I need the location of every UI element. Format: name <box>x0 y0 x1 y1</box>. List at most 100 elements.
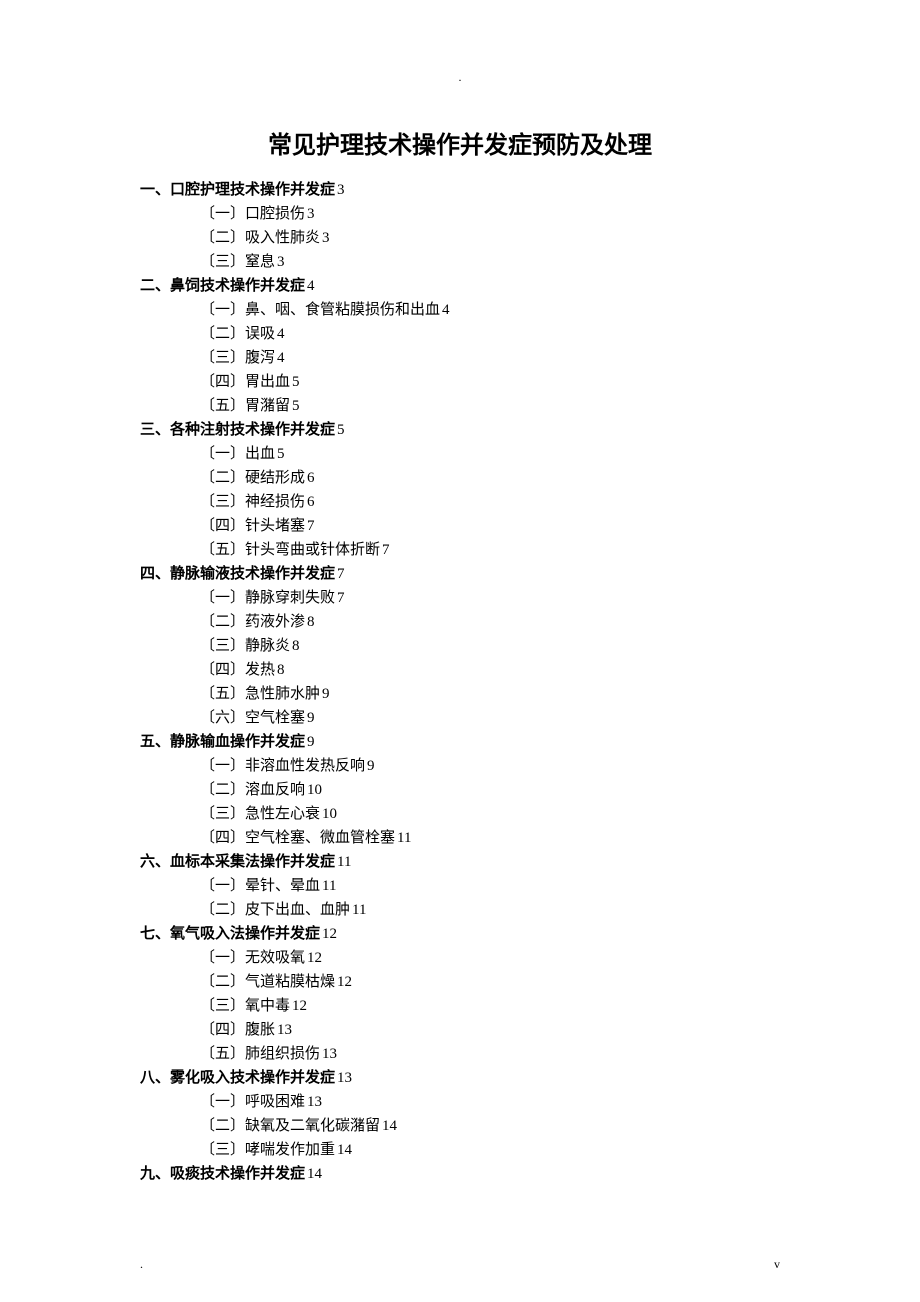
toc-sub-item-label: 〔四〕空气栓塞、微血管栓塞 <box>200 830 395 846</box>
toc-section-heading: 九、吸痰技术操作并发症14 <box>140 1162 780 1186</box>
toc-sub-item-page: 14 <box>337 1142 352 1158</box>
toc-sub-item: 〔四〕腹胀13 <box>200 1018 780 1042</box>
toc-sub-item-page: 13 <box>307 1094 322 1110</box>
toc-sub-item-page: 5 <box>292 398 300 414</box>
toc-sub-item-page: 12 <box>292 998 307 1014</box>
toc-sub-item-label: 〔二〕气道粘膜枯燥 <box>200 974 335 990</box>
toc-sub-item: 〔三〕急性左心衰10 <box>200 802 780 826</box>
toc-sub-item-label: 〔四〕腹胀 <box>200 1022 275 1038</box>
toc-sub-item-page: 7 <box>307 518 315 534</box>
toc-sub-item: 〔五〕胃潴留5 <box>200 394 780 418</box>
toc-sub-item-page: 6 <box>307 470 315 486</box>
toc-sub-item-page: 4 <box>277 350 285 366</box>
toc-sub-item-label: 〔二〕皮下出血、血肿 <box>200 902 350 918</box>
toc-section-title: 五、静脉输血操作并发症 <box>140 733 305 750</box>
toc-sub-item-page: 14 <box>382 1118 397 1134</box>
toc-sub-item-page: 8 <box>277 662 285 678</box>
toc-section-page: 13 <box>337 1070 352 1086</box>
toc-sub-item-label: 〔二〕吸入性肺炎 <box>200 230 320 246</box>
toc-sub-item-page: 12 <box>307 950 322 966</box>
toc-sub-item: 〔五〕肺组织损伤13 <box>200 1042 780 1066</box>
toc-sub-item: 〔四〕胃出血5 <box>200 370 780 394</box>
toc-section-heading: 八、雾化吸入技术操作并发症13 <box>140 1066 780 1090</box>
toc-section-page: 5 <box>337 422 345 438</box>
toc-sub-item-label: 〔五〕肺组织损伤 <box>200 1046 320 1062</box>
toc-sub-item-page: 5 <box>277 446 285 462</box>
toc-sub-item: 〔三〕窒息3 <box>200 250 780 274</box>
toc-section-title: 三、各种注射技术操作并发症 <box>140 421 335 438</box>
toc-sub-item: 〔三〕腹泻4 <box>200 346 780 370</box>
toc-sub-item: 〔二〕溶血反响10 <box>200 778 780 802</box>
toc-sub-item: 〔四〕针头堵塞7 <box>200 514 780 538</box>
toc-sub-item: 〔一〕鼻、咽、食管粘膜损伤和出血4 <box>200 298 780 322</box>
toc-sub-item: 〔三〕静脉炎8 <box>200 634 780 658</box>
toc-sub-item: 〔一〕晕针、晕血11 <box>200 874 780 898</box>
toc-sub-item-label: 〔一〕晕针、晕血 <box>200 878 320 894</box>
toc-sub-item-label: 〔二〕误吸 <box>200 326 275 342</box>
toc-sub-item-label: 〔三〕神经损伤 <box>200 494 305 510</box>
toc-sub-item-label: 〔三〕腹泻 <box>200 350 275 366</box>
footer-right-marker: v <box>774 1257 780 1272</box>
toc-sub-item-label: 〔一〕无效吸氧 <box>200 950 305 966</box>
toc-section-heading: 三、各种注射技术操作并发症5 <box>140 418 780 442</box>
toc-section-page: 9 <box>307 734 315 750</box>
toc-sub-item-page: 3 <box>307 206 315 222</box>
toc-sub-item-page: 7 <box>337 590 345 606</box>
toc-sub-item-label: 〔三〕窒息 <box>200 254 275 270</box>
toc-sub-item-label: 〔一〕静脉穿刺失败 <box>200 590 335 606</box>
toc-sub-item-label: 〔二〕药液外渗 <box>200 614 305 630</box>
toc-sub-item-page: 8 <box>292 638 300 654</box>
toc-sub-item-page: 4 <box>277 326 285 342</box>
toc-sub-item: 〔六〕空气栓塞9 <box>200 706 780 730</box>
toc-sub-item-label: 〔一〕鼻、咽、食管粘膜损伤和出血 <box>200 302 440 318</box>
page-title: 常见护理技术操作并发症预防及处理 <box>140 125 780 160</box>
toc-sub-item: 〔四〕发热8 <box>200 658 780 682</box>
toc-sub-item: 〔二〕气道粘膜枯燥12 <box>200 970 780 994</box>
toc-section-heading: 六、血标本采集法操作并发症11 <box>140 850 780 874</box>
toc-sub-item-label: 〔五〕针头弯曲或针体折断 <box>200 542 380 558</box>
toc-section-heading: 一、口腔护理技术操作并发症3 <box>140 178 780 202</box>
toc-sub-item-page: 7 <box>382 542 390 558</box>
toc-sub-item: 〔三〕神经损伤6 <box>200 490 780 514</box>
toc-sub-item-page: 12 <box>337 974 352 990</box>
toc-sub-item-label: 〔四〕胃出血 <box>200 374 290 390</box>
toc-section-page: 14 <box>307 1166 322 1182</box>
toc-sub-item-page: 3 <box>277 254 285 270</box>
toc-sub-item: 〔二〕吸入性肺炎3 <box>200 226 780 250</box>
toc-sub-item: 〔三〕氧中毒12 <box>200 994 780 1018</box>
toc-sub-item-label: 〔三〕氧中毒 <box>200 998 290 1014</box>
toc-sub-item-label: 〔二〕缺氧及二氧化碳潴留 <box>200 1118 380 1134</box>
toc-section-heading: 四、静脉输液技术操作并发症7 <box>140 562 780 586</box>
toc-section-title: 七、氧气吸入法操作并发症 <box>140 925 320 942</box>
toc-sub-item: 〔二〕硬结形成6 <box>200 466 780 490</box>
toc-sub-item: 〔一〕呼吸困难13 <box>200 1090 780 1114</box>
toc-sub-item-page: 10 <box>322 806 337 822</box>
toc-sub-item-page: 9 <box>367 758 375 774</box>
toc-sub-item-label: 〔二〕硬结形成 <box>200 470 305 486</box>
toc-sub-item: 〔四〕空气栓塞、微血管栓塞11 <box>200 826 780 850</box>
toc-section-title: 六、血标本采集法操作并发症 <box>140 853 335 870</box>
toc-sub-item-page: 9 <box>307 710 315 726</box>
toc-sub-item: 〔一〕无效吸氧12 <box>200 946 780 970</box>
toc-section-page: 11 <box>337 854 351 870</box>
toc-sub-item: 〔二〕误吸4 <box>200 322 780 346</box>
toc-sub-item-page: 13 <box>322 1046 337 1062</box>
toc-section-title: 八、雾化吸入技术操作并发症 <box>140 1069 335 1086</box>
toc-sub-item-label: 〔三〕急性左心衰 <box>200 806 320 822</box>
toc-sub-item-page: 9 <box>322 686 330 702</box>
toc-sub-item-label: 〔二〕溶血反响 <box>200 782 305 798</box>
toc-sub-item: 〔五〕急性肺水肿9 <box>200 682 780 706</box>
toc-sub-item-page: 4 <box>442 302 450 318</box>
toc-sub-item: 〔三〕哮喘发作加重14 <box>200 1138 780 1162</box>
toc-section-title: 二、鼻饲技术操作并发症 <box>140 277 305 294</box>
toc-sub-item: 〔五〕针头弯曲或针体折断7 <box>200 538 780 562</box>
toc-section-page: 4 <box>307 278 315 294</box>
toc-sub-item: 〔二〕皮下出血、血肿11 <box>200 898 780 922</box>
toc-sub-item-page: 11 <box>352 902 366 918</box>
footer-left-marker: . <box>140 1257 143 1272</box>
toc-sub-item-label: 〔三〕哮喘发作加重 <box>200 1142 335 1158</box>
toc-section-title: 四、静脉输液技术操作并发症 <box>140 565 335 582</box>
toc-sub-item: 〔二〕缺氧及二氧化碳潴留14 <box>200 1114 780 1138</box>
toc-sub-item-page: 8 <box>307 614 315 630</box>
toc-section-title: 一、口腔护理技术操作并发症 <box>140 181 335 198</box>
